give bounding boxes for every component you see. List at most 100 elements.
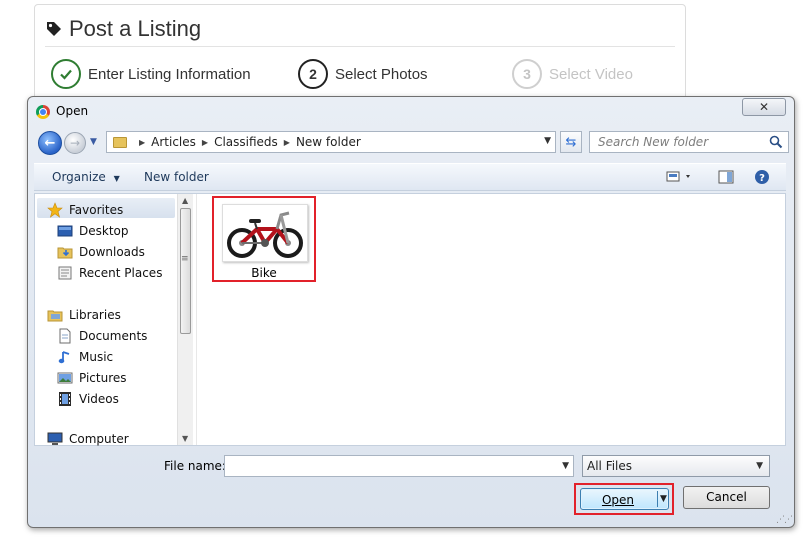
breadcrumb-classifieds[interactable]: Classifieds (214, 135, 278, 149)
forward-button[interactable]: → (64, 132, 86, 154)
bicycle-icon (227, 211, 303, 258)
nav-label: Libraries (69, 308, 121, 322)
computer-icon (47, 432, 63, 445)
close-button[interactable]: ✕ (742, 98, 786, 116)
file-type-select[interactable]: All Files ▼ (582, 455, 770, 477)
back-button[interactable]: ← (38, 131, 62, 155)
change-view-button[interactable] (666, 170, 696, 187)
chevron-right-icon[interactable]: ▶ (139, 138, 145, 147)
pictures-icon (57, 372, 73, 384)
libraries-icon (47, 310, 63, 322)
nav-label: Computer (69, 432, 129, 446)
new-folder-button[interactable]: New folder (144, 170, 209, 184)
file-name-input[interactable] (225, 456, 545, 476)
checkmark-icon (51, 59, 81, 89)
step-enter-listing-information[interactable]: Enter Listing Information (51, 59, 251, 89)
nav-recent-places[interactable]: Recent Places (57, 264, 162, 282)
cancel-button[interactable]: Cancel (683, 486, 770, 509)
svg-text:?: ? (759, 173, 765, 184)
file-list-pane: Bike (198, 194, 785, 445)
nav-libraries[interactable]: Libraries (47, 306, 121, 324)
nav-label: Desktop (79, 224, 129, 238)
close-icon: ✕ (758, 100, 770, 114)
organize-menu[interactable]: Organize ▼ (52, 170, 120, 184)
nav-label: Favorites (69, 203, 124, 217)
chevron-down-icon: ▼ (113, 174, 120, 183)
chevron-right-icon[interactable]: ▶ (284, 138, 290, 147)
dialog-titlebar[interactable]: Open ✕ (28, 97, 794, 125)
divider (45, 46, 675, 47)
nav-computer[interactable]: Computer (47, 432, 129, 446)
view-icon (666, 171, 690, 182)
star-icon (47, 202, 63, 218)
search-icon[interactable] (769, 135, 783, 149)
nav-label: Videos (79, 392, 119, 406)
file-name-label: Bike (251, 266, 277, 280)
resize-grip-icon[interactable]: ⋰⋰ (776, 515, 793, 525)
videos-icon (59, 392, 71, 406)
nav-label: Recent Places (79, 266, 163, 280)
nav-favorites[interactable]: Favorites (47, 201, 123, 219)
tag-icon (47, 22, 61, 36)
open-button-label: Open (601, 493, 635, 507)
split-divider (657, 491, 658, 507)
scroll-down-arrow-icon[interactable]: ▼ (182, 434, 188, 443)
document-icon (59, 328, 71, 344)
navigation-pane: Favorites Desktop Downloads Recent Place… (35, 194, 193, 446)
help-button[interactable]: ? (754, 169, 770, 188)
chevron-down-icon[interactable]: ▼ (660, 494, 667, 504)
nav-music[interactable]: Music (57, 348, 113, 366)
file-name-label: File name: (164, 459, 226, 473)
dialog-body: Favorites Desktop Downloads Recent Place… (34, 193, 786, 446)
nav-label: Music (79, 350, 114, 364)
nav-label: Documents (79, 329, 148, 343)
address-bar[interactable]: ▶ Articles ▶ Classifieds ▶ New folder ▼ (106, 131, 556, 153)
command-toolbar: Organize ▼ New folder ? (34, 163, 786, 191)
nav-label: Downloads (79, 245, 145, 259)
nav-label: Pictures (79, 371, 127, 385)
arrow-right-icon: → (69, 136, 81, 150)
open-button-highlight: Open ▼ (574, 483, 674, 515)
music-icon (58, 351, 70, 364)
breadcrumb-new-folder[interactable]: New folder (296, 135, 361, 149)
scrollbar-thumb[interactable] (180, 208, 191, 334)
organize-label: Organize (52, 170, 106, 184)
nav-pictures[interactable]: Pictures (57, 369, 127, 387)
file-item-bike[interactable]: Bike (212, 196, 316, 282)
chevron-right-icon[interactable]: ▶ (202, 138, 208, 147)
help-icon: ? (755, 170, 769, 184)
nav-scrollbar[interactable]: ▲ ≡ ▼ (177, 194, 193, 445)
refresh-icon: ⇆ (565, 134, 577, 150)
recent-locations-dropdown[interactable]: ▼ (90, 137, 97, 147)
breadcrumb-articles[interactable]: Articles (151, 135, 196, 149)
chevron-down-icon[interactable]: ▼ (544, 136, 551, 146)
chevron-down-icon[interactable]: ▼ (562, 461, 569, 471)
preview-pane-icon (718, 170, 734, 184)
file-thumbnail (222, 204, 308, 262)
desktop-icon (57, 225, 73, 237)
page-title: Post a Listing (45, 13, 201, 45)
step-select-photos[interactable]: 2 Select Photos (298, 59, 428, 89)
step-number: 2 (298, 59, 328, 89)
arrow-left-icon: ← (44, 135, 56, 151)
step-select-video: 3 Select Video (512, 59, 633, 89)
scroll-up-arrow-icon[interactable]: ▲ (182, 196, 188, 205)
chevron-down-icon: ▼ (756, 461, 763, 471)
search-input[interactable] (590, 132, 765, 152)
file-name-combobox[interactable]: ▼ (224, 455, 574, 477)
nav-downloads[interactable]: Downloads (57, 243, 145, 261)
file-type-value: All Files (587, 459, 633, 473)
recent-places-icon (58, 266, 72, 280)
nav-desktop[interactable]: Desktop (57, 222, 129, 240)
open-button[interactable]: Open ▼ (580, 488, 669, 510)
search-box[interactable] (589, 131, 789, 153)
pane-splitter[interactable] (193, 194, 197, 445)
dialog-title: Open (56, 104, 89, 118)
nav-documents[interactable]: Documents (57, 327, 147, 345)
refresh-button[interactable]: ⇆ (560, 131, 582, 153)
folder-icon (113, 136, 127, 148)
page-title-text: Post a Listing (69, 16, 202, 41)
preview-pane-button[interactable] (718, 170, 734, 187)
step-label: Enter Listing Information (88, 65, 251, 83)
nav-videos[interactable]: Videos (57, 390, 119, 408)
